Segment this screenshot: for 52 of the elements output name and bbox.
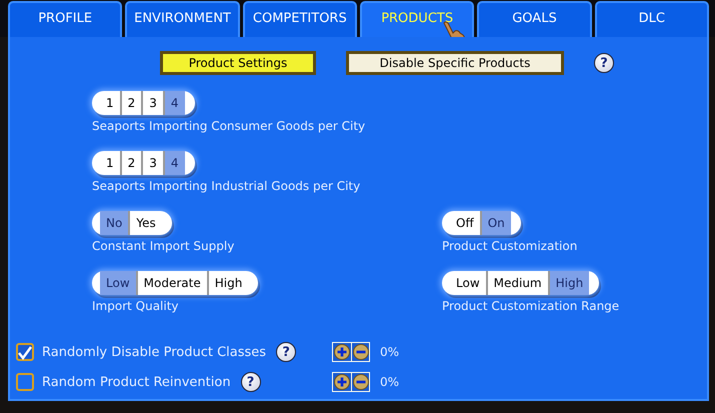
option-segment[interactable]: 1 [100, 151, 120, 175]
help-button[interactable]: ? [276, 342, 296, 362]
option-segment[interactable]: 4 [162, 91, 185, 115]
plus-icon [334, 344, 350, 360]
tab[interactable]: DLC [594, 1, 709, 37]
option-segment[interactable]: Low [450, 271, 486, 295]
decrease-button[interactable] [351, 343, 369, 361]
option-segment[interactable]: On [480, 211, 511, 235]
minus-icon [352, 374, 368, 390]
tab[interactable]: PRODUCTS [360, 1, 474, 37]
option-selector[interactable]: 1 2 3 4 [92, 151, 195, 175]
setting-label: Seaports Importing Industrial Goods per City [92, 179, 362, 193]
option-label: Randomly Disable Product Classes [42, 344, 266, 360]
option-segment[interactable]: 4 [162, 151, 185, 175]
option-selector[interactable]: 1 2 3 4 [92, 91, 195, 115]
decrease-button[interactable] [351, 373, 369, 391]
option-segment[interactable]: Moderate [136, 271, 207, 295]
help-button[interactable]: ? [240, 372, 261, 392]
help-button[interactable]: ? [594, 53, 614, 73]
option-label: Random Product Reinvention [42, 374, 231, 390]
option-segment[interactable]: High [206, 271, 248, 295]
increase-button[interactable] [333, 343, 351, 361]
option-segment[interactable]: Yes [128, 211, 162, 235]
setting-label: Product Customization [442, 239, 578, 253]
option-segment[interactable]: Off [450, 211, 480, 235]
option-selector[interactable]: Low Medium High [442, 271, 600, 295]
setting-label: Product Customization Range [442, 299, 620, 313]
option-segment[interactable]: 2 [120, 151, 142, 175]
checkbox[interactable] [16, 343, 34, 361]
setting-label: Import Quality [92, 299, 180, 313]
checkbox[interactable] [16, 373, 34, 391]
minus-icon [352, 344, 368, 360]
tab[interactable]: PROFILE [8, 1, 122, 37]
option-selector[interactable]: Low Moderate High [92, 271, 258, 295]
setting-label: Seaports Importing Consumer Goods per City [92, 119, 366, 133]
plus-icon [334, 374, 350, 390]
increase-button[interactable] [333, 373, 351, 391]
percent-value: 0% [380, 345, 400, 359]
tab[interactable]: GOALS [477, 1, 592, 37]
tab[interactable]: COMPETITORS [242, 1, 357, 37]
option-selector[interactable]: No Yes [92, 211, 172, 235]
option-segment[interactable]: 2 [120, 91, 142, 115]
mode-button[interactable]: Disable Specific Products [346, 51, 564, 75]
option-segment[interactable]: 1 [100, 91, 120, 115]
mode-button[interactable]: Product Settings [160, 51, 316, 75]
percent-value: 0% [380, 375, 400, 389]
setting-label: Constant Import Supply [92, 239, 236, 253]
option-selector[interactable]: Off On [442, 211, 521, 235]
tab[interactable]: ENVIRONMENT [125, 1, 240, 37]
option-segment[interactable]: Low [100, 271, 136, 295]
option-segment[interactable]: High [548, 271, 590, 295]
option-segment[interactable]: No [100, 211, 128, 235]
